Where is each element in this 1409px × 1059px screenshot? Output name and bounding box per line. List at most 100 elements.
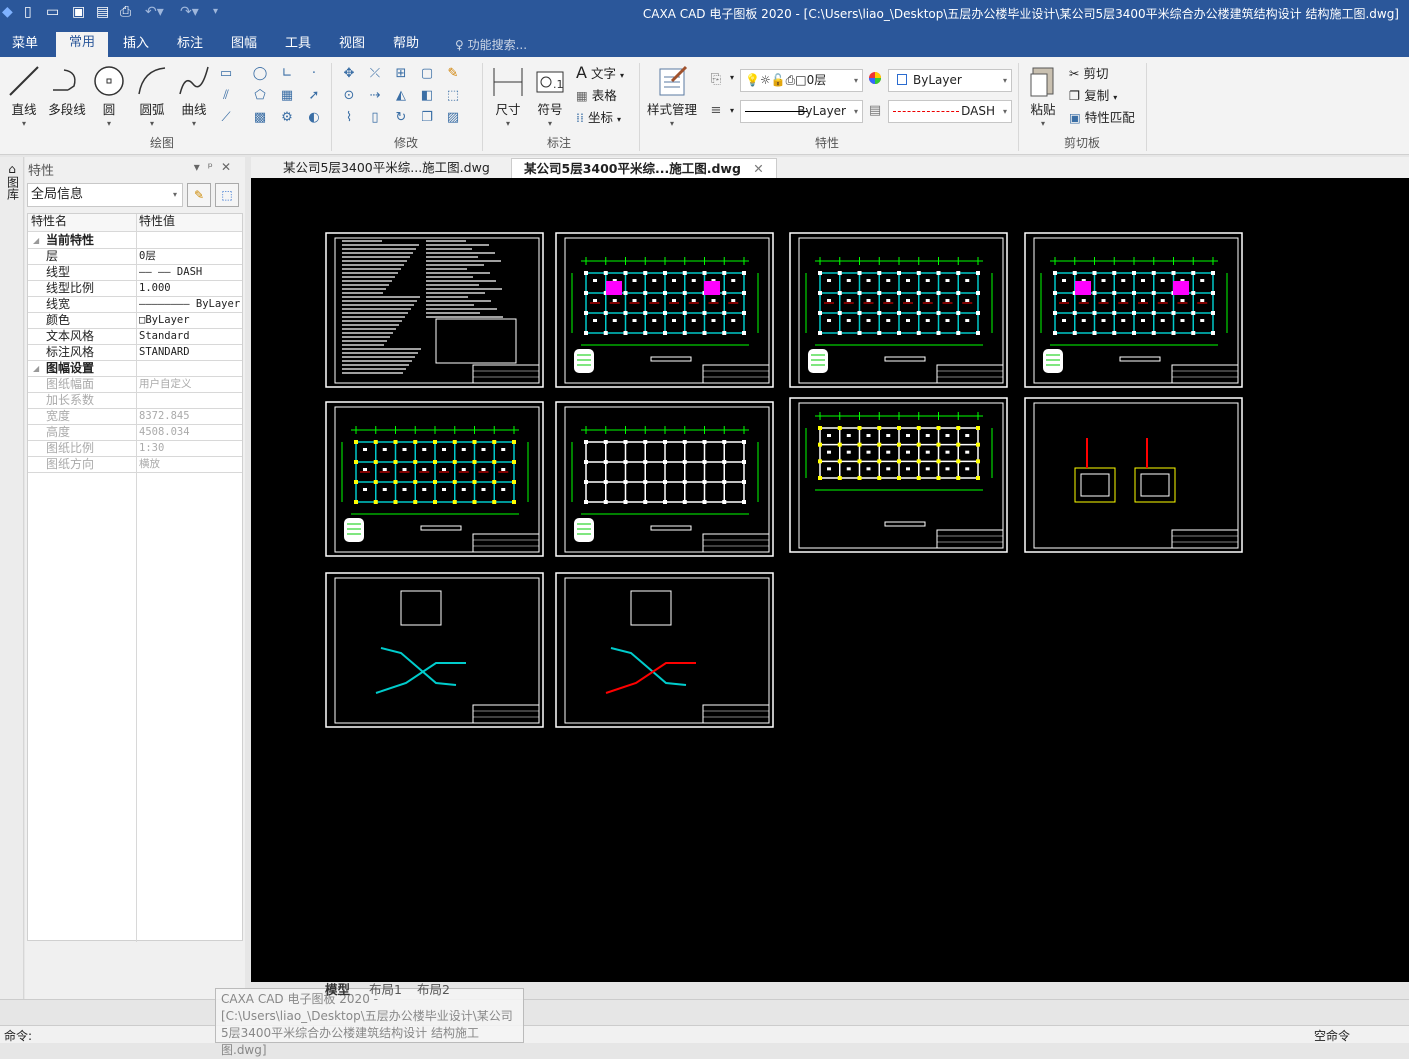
arc-button[interactable]: 圆弧 ▾	[134, 63, 170, 128]
property-row[interactable]: 图纸比例 1:30	[28, 441, 242, 457]
scale-icon[interactable]: ⊙	[340, 87, 358, 105]
property-row[interactable]: 高度 4508.034	[28, 425, 242, 441]
cut-button[interactable]: ✂ 剪切	[1069, 63, 1108, 82]
property-row[interactable]: 线型比例 1.000	[28, 281, 242, 297]
offset-icon[interactable]: ⌇	[340, 109, 358, 127]
clipboard-icon[interactable]: ▢	[418, 65, 436, 83]
hyperbola-icon[interactable]: ∟	[278, 65, 296, 83]
feature-search[interactable]: ♀ 功能搜索...	[455, 36, 527, 53]
explode-icon[interactable]: ⬚	[444, 87, 462, 105]
rectangle-icon[interactable]: ▭	[217, 65, 235, 83]
layer-select[interactable]: 💡☼🔓⎙□0层 ▾	[740, 69, 863, 92]
style-manager-button[interactable]: 样式管理 ▾	[644, 63, 700, 128]
dimension-button[interactable]: 尺寸 ▾	[490, 63, 526, 128]
rotate-icon[interactable]: ↻	[392, 109, 410, 127]
array-icon[interactable]: ⊞	[392, 65, 410, 83]
line-button[interactable]: 直线 ▾	[6, 63, 42, 128]
drawing-sheet[interactable]	[1024, 397, 1243, 553]
redo-icon[interactable]: ↷▾	[180, 4, 199, 20]
tab-common[interactable]: 常用	[56, 32, 109, 57]
tab-annotate[interactable]: 标注	[165, 34, 215, 57]
drawing-canvas[interactable]	[251, 178, 1409, 982]
new-file-icon[interactable]: ▯	[24, 4, 32, 20]
property-row[interactable]: 图纸幅面 用户自定义	[28, 377, 242, 393]
property-row[interactable]: 颜色 □ByLayer	[28, 313, 242, 329]
tab-layout1[interactable]: 布局1	[369, 982, 402, 997]
eraser-icon[interactable]: ✎	[444, 65, 462, 83]
section-header[interactable]: ◢ 当前特性	[28, 233, 242, 249]
drawing-sheet[interactable]	[325, 232, 544, 388]
clear-selection-button[interactable]: ✎	[187, 183, 211, 207]
trim-icon[interactable]: ⤫	[366, 65, 384, 83]
property-row[interactable]: 图纸方向 横放	[28, 457, 242, 473]
polygon-icon[interactable]: ⬠	[251, 87, 269, 105]
tab-model[interactable]: 模型	[325, 982, 350, 997]
stretch-icon[interactable]: ◧	[418, 87, 436, 105]
parallel-line-icon[interactable]: ⫽	[217, 87, 235, 105]
break-icon[interactable]: ⇢	[366, 87, 384, 105]
edit-hatch-icon[interactable]: ▨	[444, 109, 462, 127]
linetype-icon[interactable]: ▤	[866, 102, 884, 120]
tab-sheet[interactable]: 图幅	[219, 34, 269, 57]
tab-insert[interactable]: 插入	[111, 34, 161, 57]
object-selector[interactable]: 全局信息 ▾	[27, 183, 183, 207]
polyline-button[interactable]: 多段线	[46, 63, 88, 118]
undo-icon[interactable]: ↶▾	[145, 4, 164, 20]
quick-select-button[interactable]: ⬚	[215, 183, 239, 207]
point-icon[interactable]: ·	[305, 65, 323, 83]
table-button[interactable]: ▦ 表格	[576, 85, 617, 104]
panel-controls[interactable]: ▾ᵖ✕	[194, 160, 239, 174]
extend-icon[interactable]: ▯	[366, 109, 384, 127]
mirror-icon[interactable]: ◭	[392, 87, 410, 105]
linewidth-icon[interactable]: ≡	[707, 102, 725, 120]
color-select[interactable]: ByLayer ▾	[888, 69, 1012, 92]
command-area[interactable]	[0, 999, 1409, 1025]
linetype-select[interactable]: DASH ▾	[888, 100, 1012, 123]
tab-help[interactable]: 帮助	[381, 34, 431, 57]
arrow-icon[interactable]: ➚	[305, 87, 323, 105]
customize-toolbar-icon[interactable]: ▾	[213, 6, 218, 17]
property-row[interactable]: 标注风格 STANDARD	[28, 345, 242, 361]
fill-icon[interactable]: ◐	[305, 109, 323, 127]
tab-menu[interactable]: 菜单	[0, 34, 50, 57]
doc-tab[interactable]: 某公司5层3400平米综...施工图.dwg	[271, 158, 502, 178]
property-row[interactable]: 宽度 8372.845	[28, 409, 242, 425]
property-row[interactable]: 加长系数	[28, 393, 242, 409]
drawing-sheet[interactable]	[325, 401, 544, 557]
doc-tab-active[interactable]: 某公司5层3400平米综...施工图.dwg ✕	[511, 158, 777, 178]
coordinate-button[interactable]: ⁞⁞ 坐标 ▾	[576, 107, 621, 126]
tab-layout2[interactable]: 布局2	[417, 982, 450, 997]
drawing-sheet[interactable]	[555, 572, 774, 728]
drawing-sheet[interactable]	[555, 401, 774, 557]
drawing-sheet[interactable]	[555, 232, 774, 388]
hatch-icon[interactable]: ▩	[251, 109, 269, 127]
section-header[interactable]: ◢ 图幅设置	[28, 361, 242, 377]
circle-button[interactable]: 圆 ▾	[92, 63, 126, 128]
property-row[interactable]: 层 0层	[28, 249, 242, 265]
save-as-icon[interactable]: ▤	[96, 4, 109, 20]
drawing-sheet[interactable]	[789, 232, 1008, 388]
copy-button[interactable]: ❐ 复制 ▾	[1069, 85, 1117, 104]
symbol-button[interactable]: .1 符号 ▾	[532, 63, 568, 128]
centerline-icon[interactable]: ⟋	[217, 109, 235, 127]
drawing-sheet[interactable]	[789, 397, 1008, 553]
match-properties-button[interactable]: ▣ 特性匹配	[1069, 107, 1135, 126]
copy-object-icon[interactable]: ❐	[418, 109, 436, 127]
block-icon[interactable]: ▦	[278, 87, 296, 105]
ellipse-icon[interactable]: ◯	[251, 65, 269, 83]
color-wheel-icon[interactable]	[866, 71, 884, 89]
property-row[interactable]: 线宽 ———————— ByLayer	[28, 297, 242, 313]
tab-view[interactable]: 视图	[327, 34, 377, 57]
linewidth-select[interactable]: ByLayer ▾	[740, 100, 863, 123]
text-button[interactable]: A 文字 ▾	[576, 63, 624, 82]
open-folder-icon[interactable]: ▭	[46, 4, 59, 20]
gear-icon[interactable]: ⚙	[278, 109, 296, 127]
drawing-sheet[interactable]	[325, 572, 544, 728]
curve-button[interactable]: 曲线 ▾	[176, 63, 212, 128]
print-icon[interactable]: ⎙	[120, 4, 131, 20]
save-icon[interactable]: ▣	[72, 4, 85, 20]
property-row[interactable]: 线型 —— —— DASH	[28, 265, 242, 281]
layer-manager-icon[interactable]: ⎘	[707, 71, 725, 89]
move-icon[interactable]: ✥	[340, 65, 358, 83]
tab-tools[interactable]: 工具	[273, 34, 323, 57]
